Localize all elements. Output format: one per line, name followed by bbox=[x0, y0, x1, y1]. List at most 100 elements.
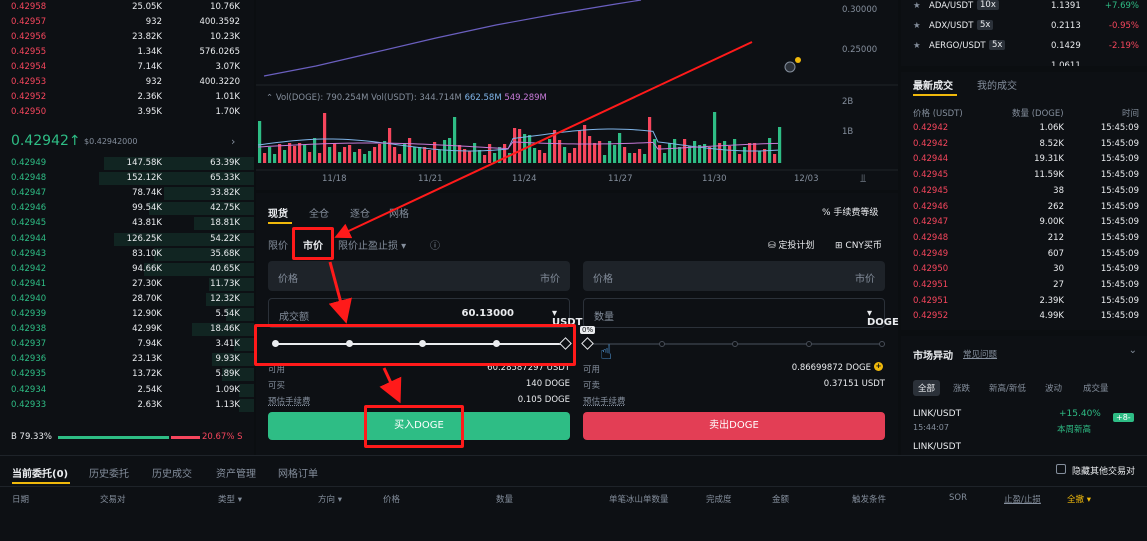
ticker-row[interactable]: ★ ADA/USDT 10x 1.1391 +7.69% bbox=[901, 0, 1147, 18]
collapse-icon[interactable]: ⌃ bbox=[266, 93, 276, 103]
bottom-tab[interactable]: 历史委托 bbox=[89, 465, 129, 480]
tab-grid[interactable]: 网格 bbox=[389, 205, 409, 220]
bid-row[interactable]: 0.42938 42.99K 18.46K bbox=[0, 322, 254, 337]
bottom-tab[interactable]: 当前委托(0) bbox=[12, 465, 68, 480]
slider-step[interactable] bbox=[732, 341, 738, 347]
mover-pair[interactable]: LINK/USDT bbox=[913, 409, 961, 419]
trade-price: 0.42942 bbox=[913, 123, 949, 133]
faq-link[interactable]: 常见问题 bbox=[963, 348, 997, 360]
volume-bar bbox=[668, 143, 672, 163]
ask-price: 0.42950 bbox=[11, 107, 47, 117]
chart-settings-icon[interactable]: ⫫ bbox=[860, 172, 866, 186]
star-icon[interactable]: ★ bbox=[913, 41, 921, 51]
right-panel: ★ ADA/USDT 10x 1.1391 +7.69% ★ ADX/USDT 5x 0.211… bbox=[901, 0, 1147, 455]
volume-bar bbox=[648, 117, 652, 163]
ask-row[interactable]: 0.42956 23.82K 10.23K bbox=[0, 30, 254, 45]
order-type-limit[interactable]: 限价 bbox=[268, 237, 288, 252]
bid-row[interactable]: 0.42945 43.81K 18.81K bbox=[0, 216, 254, 231]
sell-qty-field[interactable]: 数量 DOGE ▾ bbox=[583, 298, 899, 328]
tab-spot[interactable]: 现货 bbox=[268, 205, 288, 220]
market-filter[interactable]: 波动 bbox=[1045, 382, 1062, 394]
bid-row[interactable]: 0.42939 12.90K 5.54K bbox=[0, 307, 254, 322]
tab-isolated[interactable]: 逐仓 bbox=[350, 205, 370, 220]
market-filter[interactable]: 成交量 bbox=[1083, 382, 1109, 394]
sell-button[interactable]: 卖出DOGE bbox=[583, 412, 885, 440]
kline-chart[interactable]: 0.30000 0.25000 2B 1B ⌃ Vol(DOGE): 790.2… bbox=[256, 0, 898, 190]
ask-row[interactable]: 0.42957 932 400.3592 bbox=[0, 15, 254, 30]
ticker-row[interactable]: ★ AERGO/USDT 5x 0.1429 -2.19% bbox=[901, 38, 1147, 58]
volume-bar bbox=[338, 152, 342, 163]
bid-row[interactable]: 0.42948 152.12K 65.33K bbox=[0, 171, 254, 186]
hide-other-pairs-checkbox[interactable] bbox=[1056, 464, 1066, 474]
volume-bar bbox=[493, 153, 497, 163]
annotation-box-slider bbox=[254, 324, 576, 366]
bid-row[interactable]: 0.42949 147.58K 63.39K bbox=[0, 156, 254, 171]
ask-row[interactable]: 0.42954 7.14K 3.07K bbox=[0, 60, 254, 75]
slider-step[interactable] bbox=[879, 341, 885, 347]
chevron-double-down-icon[interactable]: ⌄ bbox=[1129, 345, 1137, 356]
ask-row[interactable]: 0.42950 3.95K 1.70K bbox=[0, 105, 254, 120]
column-header[interactable]: 方向 ▾ bbox=[318, 493, 342, 505]
bid-total: 1.13K bbox=[215, 399, 241, 410]
bid-amount: 126.25K bbox=[126, 233, 162, 244]
volume-bar bbox=[713, 112, 717, 163]
slider-step[interactable] bbox=[805, 341, 812, 347]
tab-my-trades[interactable]: 我的成交 bbox=[977, 77, 1017, 92]
bid-row[interactable]: 0.42946 99.54K 42.75K bbox=[0, 201, 254, 216]
bid-row[interactable]: 0.42944 126.25K 54.22K bbox=[0, 232, 254, 247]
column-header[interactable]: 类型 ▾ bbox=[218, 493, 242, 505]
buy-price-field[interactable]: 价格 市价 bbox=[268, 261, 570, 291]
star-icon[interactable]: ★ bbox=[913, 1, 921, 11]
bid-row[interactable]: 0.42943 83.10K 35.68K bbox=[0, 247, 254, 262]
column-label: 单笔冰山单数量 bbox=[609, 495, 669, 505]
mover-pair[interactable]: LINK/USDT bbox=[913, 442, 961, 454]
bottom-tab[interactable]: 网格订单 bbox=[278, 465, 318, 480]
ask-row[interactable]: 0.42952 2.36K 1.01K bbox=[0, 90, 254, 105]
volume-bar bbox=[363, 154, 367, 163]
ask-amount: 932 bbox=[145, 17, 162, 27]
order-type-stop-limit[interactable]: 限价止盈止损 ▾ bbox=[338, 237, 406, 252]
marker-icon bbox=[784, 61, 796, 73]
divider bbox=[901, 330, 1147, 336]
bid-price: 0.42948 bbox=[11, 173, 47, 184]
ask-row[interactable]: 0.42953 932 400.3220 bbox=[0, 75, 254, 90]
column-header[interactable]: 止盈/止损 bbox=[1004, 493, 1041, 505]
fee-level-link[interactable]: % 手续费等级 bbox=[822, 205, 878, 218]
ticker-row[interactable]: ★ ADX/USDT 5x 0.2113 -0.95% bbox=[901, 18, 1147, 38]
amount-unit-select[interactable]: USDT ▾ bbox=[552, 308, 582, 328]
tab-latest-trades[interactable]: 最新成交 bbox=[913, 77, 953, 92]
tab-cross[interactable]: 全仓 bbox=[309, 205, 329, 220]
bottom-tab[interactable]: 历史成交 bbox=[152, 465, 192, 480]
bid-row[interactable]: 0.42936 23.13K 9.93K bbox=[0, 352, 254, 367]
bottom-tab[interactable]: 资产管理 bbox=[216, 465, 256, 480]
bid-row[interactable]: 0.42933 2.63K 1.13K bbox=[0, 398, 254, 413]
bid-row[interactable]: 0.42941 27.30K 11.73K bbox=[0, 277, 254, 292]
column-header[interactable]: 全撤 ▾ bbox=[1067, 493, 1091, 505]
bid-row[interactable]: 0.42935 13.72K 5.89K bbox=[0, 367, 254, 382]
ask-row[interactable]: 0.42955 1.34K 576.0265 bbox=[0, 45, 254, 60]
bid-total: 9.93K bbox=[215, 354, 241, 365]
chevron-right-icon[interactable]: › bbox=[231, 135, 235, 148]
qty-unit-select[interactable]: DOGE ▾ bbox=[867, 308, 899, 328]
buy-crypto-link[interactable]: ⊞ CNY买币 bbox=[835, 238, 882, 251]
star-icon[interactable]: ★ bbox=[913, 21, 921, 31]
bid-row[interactable]: 0.42947 78.74K 33.82K bbox=[0, 186, 254, 201]
trade-row: 0.42947 9.00K 15:45:09 bbox=[901, 215, 1147, 231]
bid-row[interactable]: 0.42934 2.54K 1.09K bbox=[0, 383, 254, 398]
sell-price-field[interactable]: 价格 市价 bbox=[583, 261, 885, 291]
market-filter[interactable]: 全部 bbox=[913, 380, 941, 396]
bid-row[interactable]: 0.42942 94.66K 40.65K bbox=[0, 262, 254, 277]
slider-step[interactable] bbox=[658, 341, 665, 347]
bid-row[interactable]: 0.42940 28.70K 12.32K bbox=[0, 292, 254, 307]
market-filter[interactable]: 新高/新低 bbox=[989, 382, 1026, 394]
bid-row[interactable]: 0.42937 7.94K 3.41K bbox=[0, 337, 254, 352]
volume-bar bbox=[708, 147, 712, 163]
auto-invest-link[interactable]: ⛁ 定投计划 bbox=[768, 238, 814, 251]
add-funds-icon[interactable]: + bbox=[874, 362, 883, 371]
ask-row[interactable]: 0.42958 25.05K 10.76K bbox=[0, 0, 254, 15]
market-filter[interactable]: 涨跌 bbox=[953, 382, 970, 394]
slider-handle[interactable] bbox=[581, 337, 594, 350]
info-icon[interactable]: ⓘ bbox=[430, 237, 440, 252]
column-header: 触发条件 bbox=[852, 493, 886, 505]
trade-time: 15:45:09 bbox=[1100, 170, 1139, 181]
